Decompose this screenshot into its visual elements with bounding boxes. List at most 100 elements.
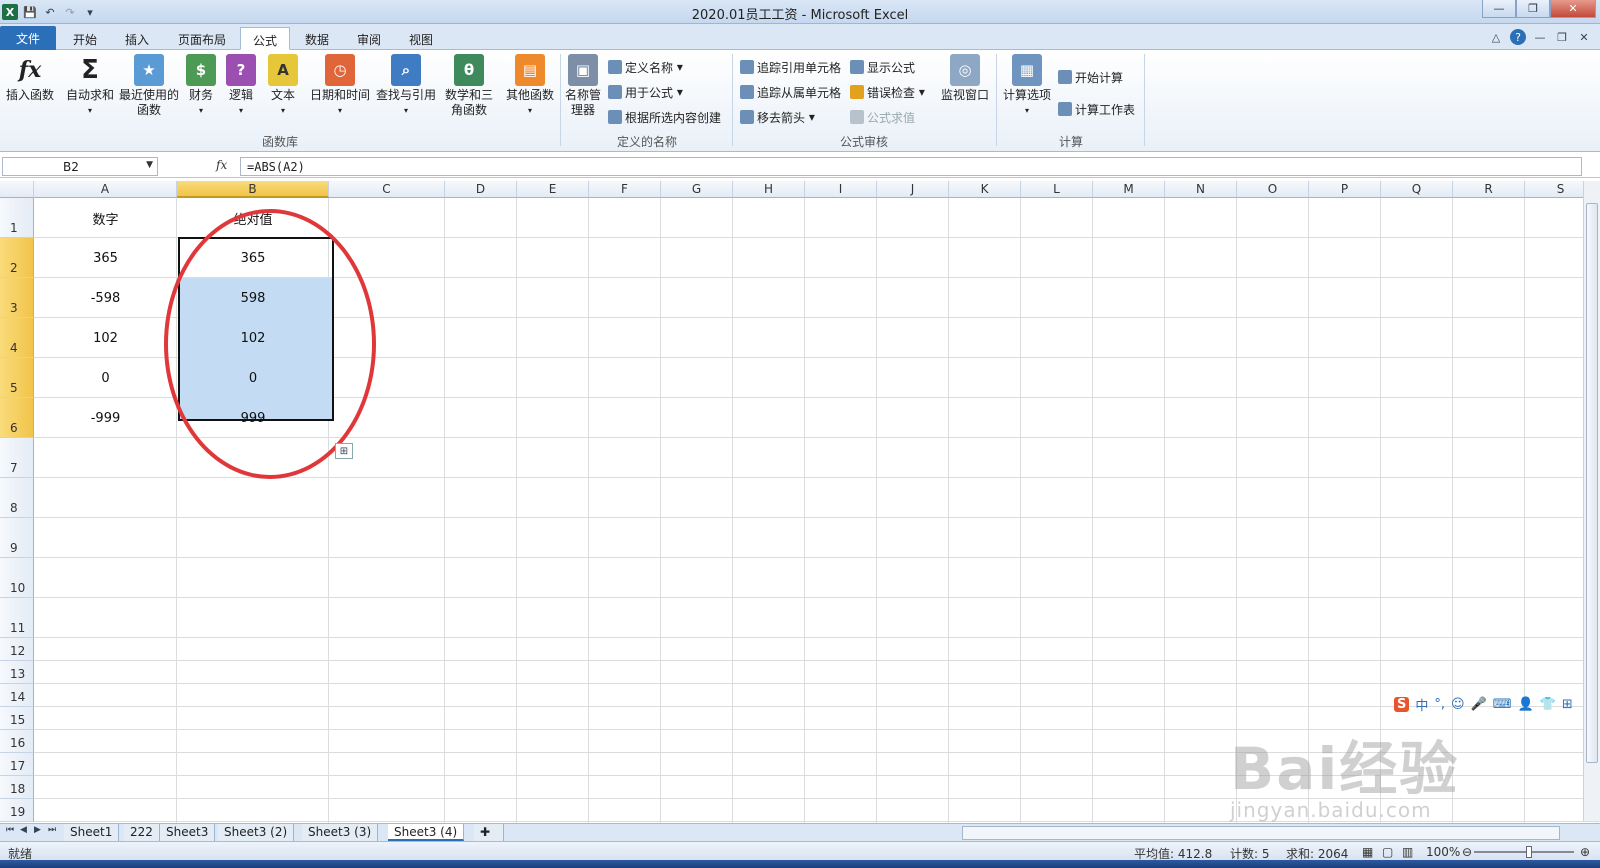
show-formulas-button[interactable]: 显示公式 bbox=[850, 58, 915, 76]
row-header-8[interactable]: 8 bbox=[0, 478, 34, 518]
ime-user-icon[interactable]: 👤 bbox=[1518, 697, 1534, 712]
row-header-16[interactable]: 16 bbox=[0, 730, 34, 753]
help-icon[interactable]: ? bbox=[1510, 29, 1526, 45]
cell-a6[interactable]: -999 bbox=[34, 398, 177, 438]
auto-fill-options-icon[interactable]: ⊞ bbox=[335, 443, 353, 459]
tab-view[interactable]: 视图 bbox=[396, 27, 446, 50]
row-header-9[interactable]: 9 bbox=[0, 518, 34, 558]
zoom-slider-thumb[interactable] bbox=[1526, 846, 1532, 858]
column-header-m[interactable]: M bbox=[1093, 181, 1165, 198]
cell-a5[interactable]: 0 bbox=[34, 358, 177, 398]
remove-arrows-button[interactable]: 移去箭头 ▾ bbox=[740, 108, 815, 126]
zoom-slider[interactable] bbox=[1474, 851, 1574, 853]
column-header-l[interactable]: L bbox=[1021, 181, 1093, 198]
column-header-h[interactable]: H bbox=[733, 181, 805, 198]
row-header-19[interactable]: 19 bbox=[0, 799, 34, 822]
column-header-n[interactable]: N bbox=[1165, 181, 1237, 198]
select-all-corner[interactable] bbox=[0, 181, 34, 198]
row-header-3[interactable]: 3 bbox=[0, 278, 34, 318]
text-button[interactable]: A 文本 ▾ bbox=[268, 54, 298, 118]
calculate-sheet-button[interactable]: 计算工作表 bbox=[1058, 100, 1135, 118]
row-header-11[interactable]: 11 bbox=[0, 598, 34, 638]
ime-keyboard-icon[interactable]: ⌨ bbox=[1493, 697, 1512, 712]
sheet-tab[interactable]: Sheet3 bbox=[160, 824, 216, 841]
column-header-d[interactable]: D bbox=[445, 181, 517, 198]
row-header-10[interactable]: 10 bbox=[0, 558, 34, 598]
vertical-scrollbar[interactable] bbox=[1583, 181, 1600, 821]
error-checking-button[interactable]: 错误检查 ▾ bbox=[850, 83, 925, 101]
watch-window-button[interactable]: ◎ 监视窗口 bbox=[940, 54, 990, 103]
row-header-7[interactable]: 7 bbox=[0, 438, 34, 478]
name-box-dropdown-icon[interactable]: ▼ bbox=[146, 160, 153, 170]
column-header-r[interactable]: R bbox=[1453, 181, 1525, 198]
column-header-p[interactable]: P bbox=[1309, 181, 1381, 198]
column-header-j[interactable]: J bbox=[877, 181, 949, 198]
ime-punctuation-icon[interactable]: °, bbox=[1434, 697, 1445, 712]
evaluate-formula-button[interactable]: 公式求值 bbox=[850, 108, 915, 126]
column-header-g[interactable]: G bbox=[661, 181, 733, 198]
row-header-18[interactable]: 18 bbox=[0, 776, 34, 799]
sheet-tab[interactable]: Sheet3 (3) bbox=[302, 824, 379, 841]
insert-sheet-icon[interactable]: ✚ bbox=[474, 824, 504, 841]
cell-a2[interactable]: 365 bbox=[34, 238, 177, 278]
create-from-selection-button[interactable]: 根据所选内容创建 bbox=[608, 108, 721, 126]
sogou-logo-icon[interactable]: S bbox=[1394, 696, 1410, 712]
row-header-6[interactable]: 6 bbox=[0, 398, 34, 438]
horizontal-scrollbar[interactable] bbox=[962, 826, 1560, 840]
doc-restore-icon[interactable]: ❐ bbox=[1554, 29, 1570, 45]
name-box[interactable]: B2 ▼ bbox=[2, 157, 158, 176]
zoom-out-icon[interactable]: ⊖ bbox=[1462, 845, 1472, 859]
ime-emoji-icon[interactable]: ☺ bbox=[1451, 697, 1465, 712]
tab-formulas[interactable]: 公式 bbox=[240, 27, 290, 50]
insert-function-fx-icon[interactable]: fx bbox=[216, 158, 227, 172]
tab-file[interactable]: 文件 bbox=[0, 26, 56, 50]
row-header-1[interactable]: 1 bbox=[0, 198, 34, 238]
doc-minimize-icon[interactable]: — bbox=[1532, 29, 1548, 45]
page-layout-view-icon[interactable]: ▢ bbox=[1382, 845, 1393, 859]
normal-view-icon[interactable]: ▦ bbox=[1362, 845, 1373, 859]
column-header-b[interactable]: B bbox=[177, 181, 329, 198]
column-header-k[interactable]: K bbox=[949, 181, 1021, 198]
column-header-e[interactable]: E bbox=[517, 181, 589, 198]
last-sheet-icon[interactable]: ⏭ bbox=[48, 825, 56, 835]
sheet-tab[interactable]: 222 bbox=[124, 824, 160, 841]
cell-a4[interactable]: 102 bbox=[34, 318, 177, 358]
row-header-4[interactable]: 4 bbox=[0, 318, 34, 358]
restore-button[interactable]: ❐ bbox=[1516, 0, 1550, 18]
doc-close-icon[interactable]: ✕ bbox=[1576, 29, 1592, 45]
tab-data[interactable]: 数据 bbox=[292, 27, 342, 50]
row-header-12[interactable]: 12 bbox=[0, 638, 34, 661]
formula-input[interactable]: =ABS(A2) bbox=[240, 157, 1582, 176]
row-header-2[interactable]: 2 bbox=[0, 238, 34, 278]
row-header-17[interactable]: 17 bbox=[0, 753, 34, 776]
tab-review[interactable]: 审阅 bbox=[344, 27, 394, 50]
autosum-button[interactable]: Σ 自动求和 ▾ bbox=[64, 54, 116, 118]
vertical-scroll-thumb[interactable] bbox=[1586, 203, 1598, 763]
use-in-formula-button[interactable]: 用于公式 ▾ bbox=[608, 83, 683, 101]
logical-button[interactable]: ? 逻辑 ▾ bbox=[226, 54, 256, 118]
tab-insert[interactable]: 插入 bbox=[112, 27, 162, 50]
zoom-level[interactable]: 100% bbox=[1426, 845, 1460, 859]
financial-button[interactable]: $ 财务 ▾ bbox=[186, 54, 216, 118]
sheet-tab[interactable]: Sheet3 (2) bbox=[218, 824, 295, 841]
ime-voice-icon[interactable]: 🎤 bbox=[1471, 697, 1487, 712]
sheet-tab-active[interactable]: Sheet3 (4) bbox=[388, 824, 465, 841]
row-header-5[interactable]: 5 bbox=[0, 358, 34, 398]
tab-home[interactable]: 开始 bbox=[60, 27, 110, 50]
minimize-button[interactable]: — bbox=[1482, 0, 1516, 18]
column-header-q[interactable]: Q bbox=[1381, 181, 1453, 198]
minimize-ribbon-icon[interactable]: △ bbox=[1488, 29, 1504, 45]
cell-a1[interactable]: 数字 bbox=[34, 198, 177, 238]
column-header-c[interactable]: C bbox=[329, 181, 445, 198]
date-time-button[interactable]: ◷ 日期和时间 ▾ bbox=[308, 54, 372, 118]
math-trig-button[interactable]: θ 数学和三角函数 bbox=[440, 54, 498, 118]
prev-sheet-icon[interactable]: ◀ bbox=[20, 825, 27, 835]
first-sheet-icon[interactable]: ⏮ bbox=[6, 825, 14, 835]
lookup-button[interactable]: ⌕ 查找与引用 ▾ bbox=[374, 54, 438, 118]
column-header-a[interactable]: A bbox=[34, 181, 177, 198]
tab-page-layout[interactable]: 页面布局 bbox=[166, 27, 238, 50]
recent-functions-button[interactable]: ★ 最近使用的函数 bbox=[118, 54, 180, 118]
calculate-now-button[interactable]: 开始计算 bbox=[1058, 68, 1123, 86]
trace-precedents-button[interactable]: 追踪引用单元格 bbox=[740, 58, 841, 76]
close-button[interactable]: ✕ bbox=[1550, 0, 1596, 18]
